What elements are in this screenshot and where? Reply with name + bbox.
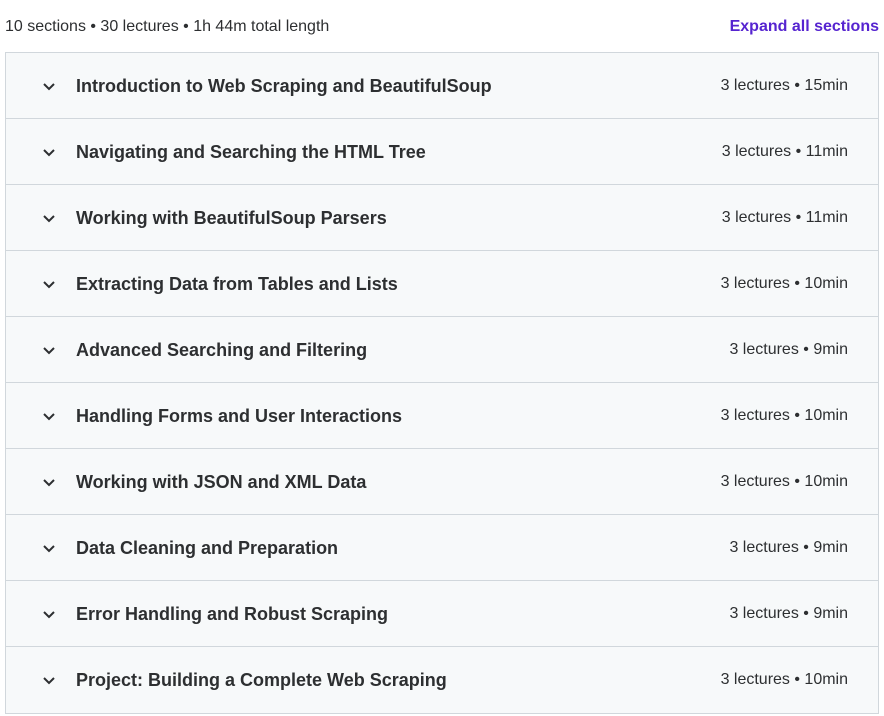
section-meta: 3 lectures • 10min <box>720 275 848 292</box>
chevron-down-icon <box>41 78 57 94</box>
section-meta: 3 lectures • 15min <box>720 77 848 94</box>
section-title: Working with JSON and XML Data <box>76 472 367 492</box>
section-row[interactable]: Advanced Searching and Filtering 3 lectu… <box>6 317 878 383</box>
chevron-down-icon <box>41 276 57 292</box>
section-row[interactable]: Error Handling and Robust Scraping 3 lec… <box>6 581 878 647</box>
expand-all-sections-button[interactable]: Expand all sections <box>730 17 879 37</box>
section-row[interactable]: Working with BeautifulSoup Parsers 3 lec… <box>6 185 878 251</box>
section-title: Advanced Searching and Filtering <box>76 340 368 360</box>
sections-list: Introduction to Web Scraping and Beautif… <box>5 52 879 714</box>
section-meta: 3 lectures • 10min <box>720 473 848 490</box>
course-curriculum: 10 sections • 30 lectures • 1h 44m total… <box>0 0 884 716</box>
section-row[interactable]: Handling Forms and User Interactions 3 l… <box>6 383 878 449</box>
section-title: Introduction to Web Scraping and Beautif… <box>76 76 492 96</box>
section-meta: 3 lectures • 9min <box>729 539 848 556</box>
chevron-down-icon <box>41 408 57 424</box>
chevron-down-icon <box>41 342 57 358</box>
section-title: Navigating and Searching the HTML Tree <box>76 142 426 162</box>
curriculum-summary-bar: 10 sections • 30 lectures • 1h 44m total… <box>0 0 884 53</box>
section-title: Project: Building a Complete Web Scrapin… <box>76 670 447 690</box>
section-title: Extracting Data from Tables and Lists <box>76 274 398 294</box>
chevron-down-icon <box>41 474 57 490</box>
curriculum-summary-text: 10 sections • 30 lectures • 1h 44m total… <box>5 18 330 35</box>
section-row[interactable]: Extracting Data from Tables and Lists 3 … <box>6 251 878 317</box>
section-row[interactable]: Navigating and Searching the HTML Tree 3… <box>6 119 878 185</box>
section-meta: 3 lectures • 10min <box>720 407 848 424</box>
chevron-down-icon <box>41 672 57 688</box>
section-meta: 3 lectures • 9min <box>729 341 848 358</box>
chevron-down-icon <box>41 606 57 622</box>
section-meta: 3 lectures • 11min <box>721 143 848 160</box>
section-row[interactable]: Working with JSON and XML Data 3 lecture… <box>6 449 878 515</box>
section-meta: 3 lectures • 11min <box>721 209 848 226</box>
chevron-down-icon <box>41 144 57 160</box>
section-title: Data Cleaning and Preparation <box>76 538 339 558</box>
section-meta: 3 lectures • 9min <box>729 605 848 622</box>
section-title: Error Handling and Robust Scraping <box>76 604 389 624</box>
section-row[interactable]: Data Cleaning and Preparation 3 lectures… <box>6 515 878 581</box>
section-title: Working with BeautifulSoup Parsers <box>76 208 387 228</box>
section-meta: 3 lectures • 10min <box>720 671 848 688</box>
chevron-down-icon <box>41 210 57 226</box>
section-row[interactable]: Project: Building a Complete Web Scrapin… <box>6 647 878 713</box>
chevron-down-icon <box>41 540 57 556</box>
section-title: Handling Forms and User Interactions <box>76 406 403 426</box>
section-row[interactable]: Introduction to Web Scraping and Beautif… <box>6 53 878 119</box>
